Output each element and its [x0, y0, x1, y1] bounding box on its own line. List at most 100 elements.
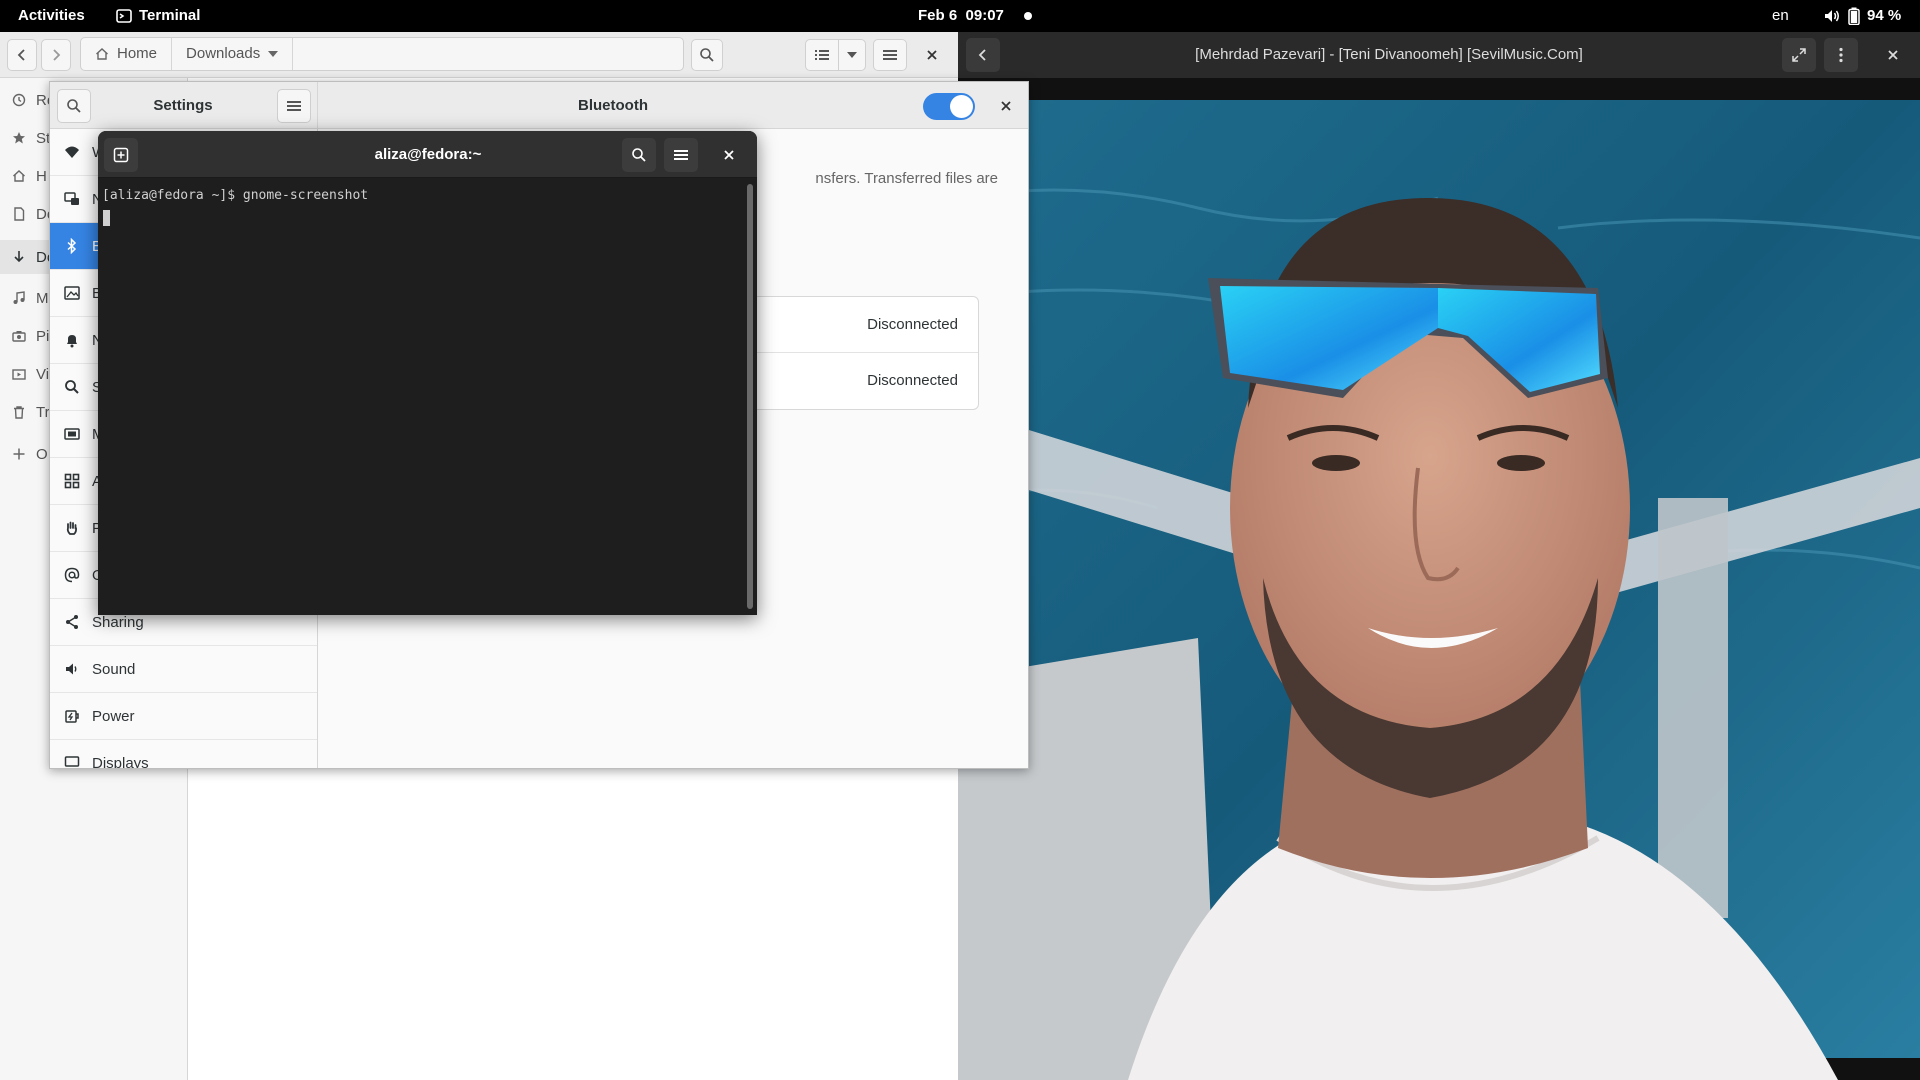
music-icon: [12, 291, 26, 305]
path-crumb-downloads[interactable]: Downloads: [172, 38, 294, 70]
power-icon: [64, 708, 80, 724]
volume-icon: [1823, 8, 1841, 24]
terminal-scrollbar[interactable]: [747, 184, 753, 609]
activities-button[interactable]: Activities: [18, 0, 85, 32]
video-header-bar: [Mehrdad Pazevari] - [Teni Divanoomeh] […: [958, 32, 1920, 78]
chevron-left-icon: [16, 48, 28, 62]
search-icon: [631, 147, 647, 163]
files-sidebar-label: M: [36, 289, 49, 307]
panel-title: Bluetooth: [578, 97, 648, 114]
close-icon: [926, 49, 938, 61]
at-icon: [64, 567, 80, 583]
keyboard-layout-indicator[interactable]: en: [1772, 0, 1789, 32]
settings-main-header: Bluetooth: [318, 82, 1028, 129]
terminal-header-bar: aliza@fedora:~: [98, 131, 757, 178]
clock-icon: [12, 93, 26, 107]
terminal-prompt-line: [aliza@fedora ~]$ gnome-screenshot: [102, 188, 369, 203]
path-bar[interactable]: Home Downloads: [80, 37, 684, 71]
files-sidebar-item-music[interactable]: M: [12, 286, 49, 310]
system-status-menu[interactable]: 94 %: [1823, 0, 1901, 32]
hamburger-menu-icon: [673, 148, 689, 162]
download-icon: [12, 250, 26, 264]
toggle-knob: [950, 95, 973, 118]
vertical-dots-icon: [1838, 47, 1844, 63]
background-icon: [64, 285, 80, 301]
terminal-cursor: [103, 210, 110, 226]
close-icon: [1887, 49, 1899, 61]
files-sidebar-item-home[interactable]: H: [12, 164, 47, 188]
terminal-app-icon: [116, 8, 132, 24]
files-header-bar: Home Downloads: [0, 32, 958, 78]
battery-label: 94 %: [1867, 7, 1902, 24]
video-title: [Mehrdad Pazevari] - [Teni Divanoomeh] […: [1195, 46, 1583, 63]
hamburger-menu-icon: [882, 48, 898, 62]
video-frame[interactable]: [958, 78, 1920, 1080]
terminal-output[interactable]: [aliza@fedora ~]$ gnome-screenshot: [98, 178, 757, 615]
app-menu[interactable]: Terminal: [116, 0, 200, 32]
bluetooth-icon: [64, 238, 80, 254]
new-tab-icon: [113, 147, 129, 163]
trash-icon: [12, 405, 26, 419]
network-icon: [64, 191, 80, 207]
files-sidebar-item-other-locations[interactable]: O: [12, 442, 48, 466]
hamburger-menu-icon: [286, 99, 302, 113]
video-back-button[interactable]: [966, 38, 1000, 72]
caret-down-icon: [268, 50, 279, 58]
bluetooth-toggle[interactable]: [923, 93, 975, 120]
terminal-menu-button[interactable]: [664, 138, 698, 172]
files-menu-button[interactable]: [873, 39, 907, 71]
app-menu-label: Terminal: [139, 7, 201, 24]
settings-close-button[interactable]: [995, 95, 1017, 117]
files-sidebar-item-starred[interactable]: St: [12, 126, 50, 150]
files-sidebar-item-pictures[interactable]: Pi: [12, 324, 49, 348]
activities-label: Activities: [18, 7, 85, 24]
terminal-search-button[interactable]: [622, 138, 656, 172]
files-sidebar-item-videos[interactable]: Vi: [12, 362, 49, 386]
forward-button[interactable]: [41, 39, 71, 71]
fullscreen-button[interactable]: [1782, 38, 1816, 72]
video-close-button[interactable]: [1876, 38, 1910, 72]
settings-sidebar-item-sound[interactable]: Sound: [50, 646, 317, 693]
files-sidebar-item-trash[interactable]: Tr: [12, 400, 50, 424]
clock[interactable]: Feb 6 09:07: [918, 0, 1004, 32]
settings-menu-button[interactable]: [277, 89, 311, 123]
files-sidebar-label: Tr: [36, 403, 50, 421]
display-icon: [64, 755, 80, 768]
home-icon: [12, 169, 26, 183]
battery-icon: [1848, 7, 1860, 25]
clock-label: Feb 6 09:07: [918, 7, 1004, 24]
settings-sidebar-label: Power: [92, 707, 135, 725]
search-icon: [699, 47, 715, 63]
star-icon: [12, 131, 26, 145]
chevron-right-icon: [50, 48, 62, 62]
settings-search-button[interactable]: [57, 89, 91, 123]
new-tab-button[interactable]: [104, 138, 138, 172]
settings-sidebar-label: Sharing: [92, 613, 144, 631]
close-icon: [1000, 100, 1012, 112]
search-button[interactable]: [691, 39, 723, 71]
path-crumb-label: Home: [117, 45, 158, 62]
settings-title: Settings: [153, 97, 213, 114]
multitasking-icon: [64, 426, 80, 442]
video-menu-button[interactable]: [1824, 38, 1858, 72]
camera-icon: [12, 329, 26, 343]
terminal-window: aliza@fedora:~ [aliza@fedora ~]$ gnome-s…: [98, 131, 757, 615]
back-button[interactable]: [7, 39, 37, 71]
notification-dot-icon: [1024, 12, 1032, 20]
path-crumb-home[interactable]: Home: [81, 38, 173, 70]
terminal-close-button[interactable]: [717, 143, 741, 167]
settings-sidebar-header: Settings: [50, 82, 318, 129]
terminal-title: aliza@fedora:~: [374, 146, 482, 163]
view-options-button[interactable]: [838, 39, 866, 71]
settings-sidebar-item-power[interactable]: Power: [50, 693, 317, 740]
video-player-window: [Mehrdad Pazevari] - [Teni Divanoomeh] […: [958, 32, 1920, 1080]
plus-icon: [12, 447, 26, 461]
settings-sidebar-label: Sound: [92, 660, 136, 678]
top-bar: Activities Terminal Feb 6 09:07 en 94 %: [0, 0, 1920, 32]
search-icon: [66, 98, 82, 114]
view-list-button[interactable]: [805, 39, 839, 71]
speaker-icon: [64, 661, 80, 677]
files-close-button[interactable]: [921, 44, 943, 66]
settings-sidebar-item-displays[interactable]: Displays: [50, 740, 317, 768]
files-sidebar-label: Vi: [36, 365, 50, 383]
